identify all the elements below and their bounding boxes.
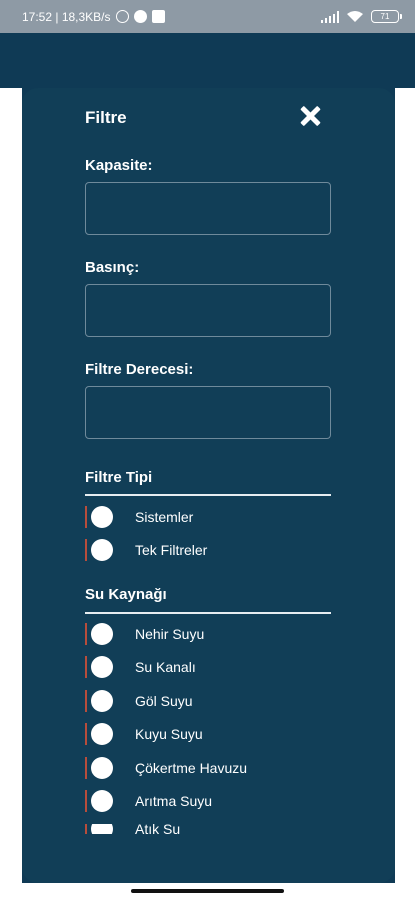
filter-type-title: Filtre Tipi <box>85 469 153 486</box>
battery-level: 71 <box>380 12 390 21</box>
capacity-label: Kapasite: <box>85 157 153 174</box>
water-source-option[interactable]: Göl Suyu <box>85 690 193 712</box>
radio-button[interactable] <box>91 506 113 528</box>
option-label: Çökertme Havuzu <box>135 760 248 776</box>
radio-button[interactable] <box>91 824 113 834</box>
option-label: Tek Filtreler <box>135 542 208 558</box>
capacity-field[interactable] <box>85 182 331 235</box>
radio-button[interactable] <box>91 723 113 745</box>
radio-button[interactable] <box>91 757 113 779</box>
status-bar: 17:52 | 18,3KB/s 71 <box>0 0 415 33</box>
background-page-right <box>395 88 415 883</box>
pressure-label: Basınç: <box>85 259 140 276</box>
filter-degree-input[interactable] <box>86 387 330 438</box>
filter-title: Filtre <box>85 108 127 127</box>
radio-button[interactable] <box>91 539 113 561</box>
background-page-left <box>0 88 22 883</box>
option-accent-bar <box>85 690 87 712</box>
radio-button[interactable] <box>91 790 113 812</box>
option-accent-bar <box>85 723 87 745</box>
option-label: Sistemler <box>135 509 194 525</box>
water-source-option[interactable]: Çökertme Havuzu <box>85 757 247 779</box>
filter-degree-field[interactable] <box>85 386 331 439</box>
water-source-title: Su Kaynağı <box>85 586 167 603</box>
radio-button[interactable] <box>91 656 113 678</box>
alarm-icon <box>115 10 129 23</box>
radio-button[interactable] <box>91 623 113 645</box>
option-label: Kuyu Suyu <box>135 726 203 742</box>
option-label: Arıtma Suyu <box>135 793 213 809</box>
option-accent-bar <box>85 757 87 779</box>
signal-icon <box>320 10 339 23</box>
notification-dot-icon <box>133 10 147 23</box>
pressure-input[interactable] <box>86 285 330 336</box>
option-label: Göl Suyu <box>135 693 193 709</box>
option-accent-bar <box>85 824 87 834</box>
battery-icon: 71 <box>371 10 402 23</box>
water-source-divider <box>85 612 331 614</box>
water-source-option[interactable]: Atık Su <box>85 824 180 834</box>
capacity-input[interactable] <box>86 183 330 234</box>
filter-type-option[interactable]: Sistemler <box>85 506 193 528</box>
close-icon[interactable] <box>299 105 321 127</box>
home-indicator[interactable] <box>131 889 284 893</box>
water-source-option[interactable]: Kuyu Suyu <box>85 723 203 745</box>
water-source-option[interactable]: Arıtma Suyu <box>85 790 212 812</box>
pressure-field[interactable] <box>85 284 331 337</box>
water-source-option[interactable]: Nehir Suyu <box>85 623 204 645</box>
option-label: Su Kanalı <box>135 659 196 675</box>
option-label: Nehir Suyu <box>135 626 205 642</box>
water-source-option[interactable]: Su Kanalı <box>85 656 196 678</box>
option-accent-bar <box>85 623 87 645</box>
option-accent-bar <box>85 539 87 561</box>
option-accent-bar <box>85 656 87 678</box>
filter-degree-label: Filtre Derecesi: <box>85 361 194 378</box>
wifi-icon <box>347 11 363 22</box>
filter-type-divider <box>85 494 331 496</box>
radio-button[interactable] <box>91 690 113 712</box>
filter-type-option[interactable]: Tek Filtreler <box>85 539 207 561</box>
option-label: Atık Su <box>135 824 181 834</box>
filter-panel: Filtre Kapasite: Basınç: Filtre Derecesi… <box>22 88 395 883</box>
option-accent-bar <box>85 506 87 528</box>
status-time: 17:52 | 18,3KB/s <box>22 9 111 24</box>
option-accent-bar <box>85 790 87 812</box>
notification-square-icon <box>151 10 165 23</box>
